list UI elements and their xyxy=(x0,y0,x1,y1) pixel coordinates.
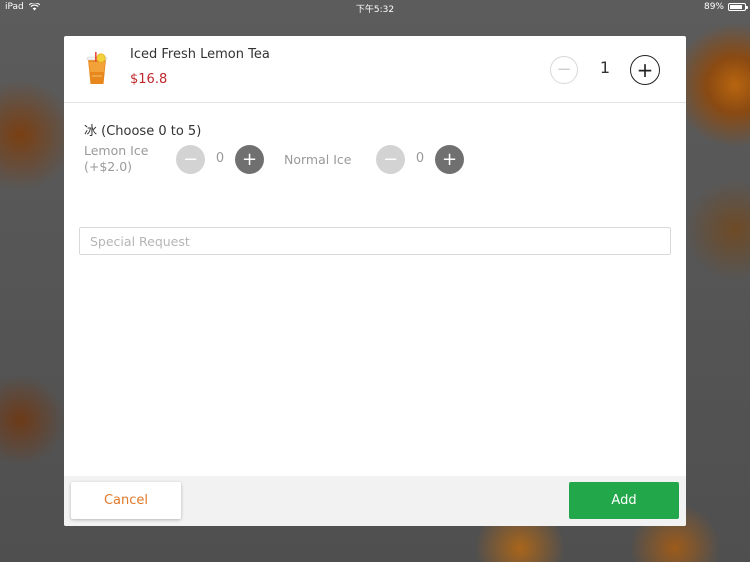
battery-percent: 89% xyxy=(703,2,724,12)
status-bar: iPad 下午5:32 89% xyxy=(0,0,750,16)
lemon-ice-count: 0 xyxy=(215,151,225,166)
battery-icon xyxy=(728,3,748,11)
plus-icon: + xyxy=(241,148,258,170)
battery-level-fill xyxy=(730,5,743,9)
plus-icon: + xyxy=(636,58,654,82)
cancel-button[interactable]: Cancel xyxy=(71,482,181,519)
option-label-lemon-ice: Lemon Ice (+$2.0) xyxy=(84,143,148,175)
lemon-tea-cup-icon xyxy=(86,52,108,84)
normal-ice-count: 0 xyxy=(415,151,425,166)
lemon-ice-decrease-button[interactable]: − xyxy=(176,145,205,174)
option-name: Lemon Ice xyxy=(84,143,149,158)
increase-quantity-button[interactable]: + xyxy=(630,55,660,85)
add-button[interactable]: Add xyxy=(569,482,679,519)
lemon-ice-increase-button[interactable]: + xyxy=(235,145,264,174)
status-right: 89% xyxy=(703,2,748,12)
quantity-value: 1 xyxy=(599,58,611,77)
item-price: $16.8 xyxy=(130,72,168,87)
add-item-dialog: Iced Fresh Lemon Tea $16.8 − 1 + 冰 (Choo… xyxy=(64,36,686,526)
minus-icon: − xyxy=(182,148,199,170)
option-name: Normal Ice xyxy=(284,152,352,167)
dialog-footer: Cancel Add xyxy=(64,476,686,526)
decrease-quantity-button[interactable]: − xyxy=(550,56,578,84)
option-label-normal-ice: Normal Ice xyxy=(284,152,351,168)
status-time: 下午5:32 xyxy=(355,5,395,15)
option-group-title: 冰 (Choose 0 to 5) xyxy=(84,124,202,139)
option-surcharge: (+$2.0) xyxy=(84,159,133,174)
item-header: Iced Fresh Lemon Tea $16.8 − 1 + xyxy=(64,36,686,103)
minus-icon: − xyxy=(382,148,399,170)
normal-ice-decrease-button[interactable]: − xyxy=(376,145,405,174)
item-name: Iced Fresh Lemon Tea xyxy=(130,47,270,62)
normal-ice-increase-button[interactable]: + xyxy=(435,145,464,174)
minus-icon: − xyxy=(556,59,572,80)
plus-icon: + xyxy=(441,148,458,170)
special-request-input[interactable] xyxy=(79,227,671,255)
